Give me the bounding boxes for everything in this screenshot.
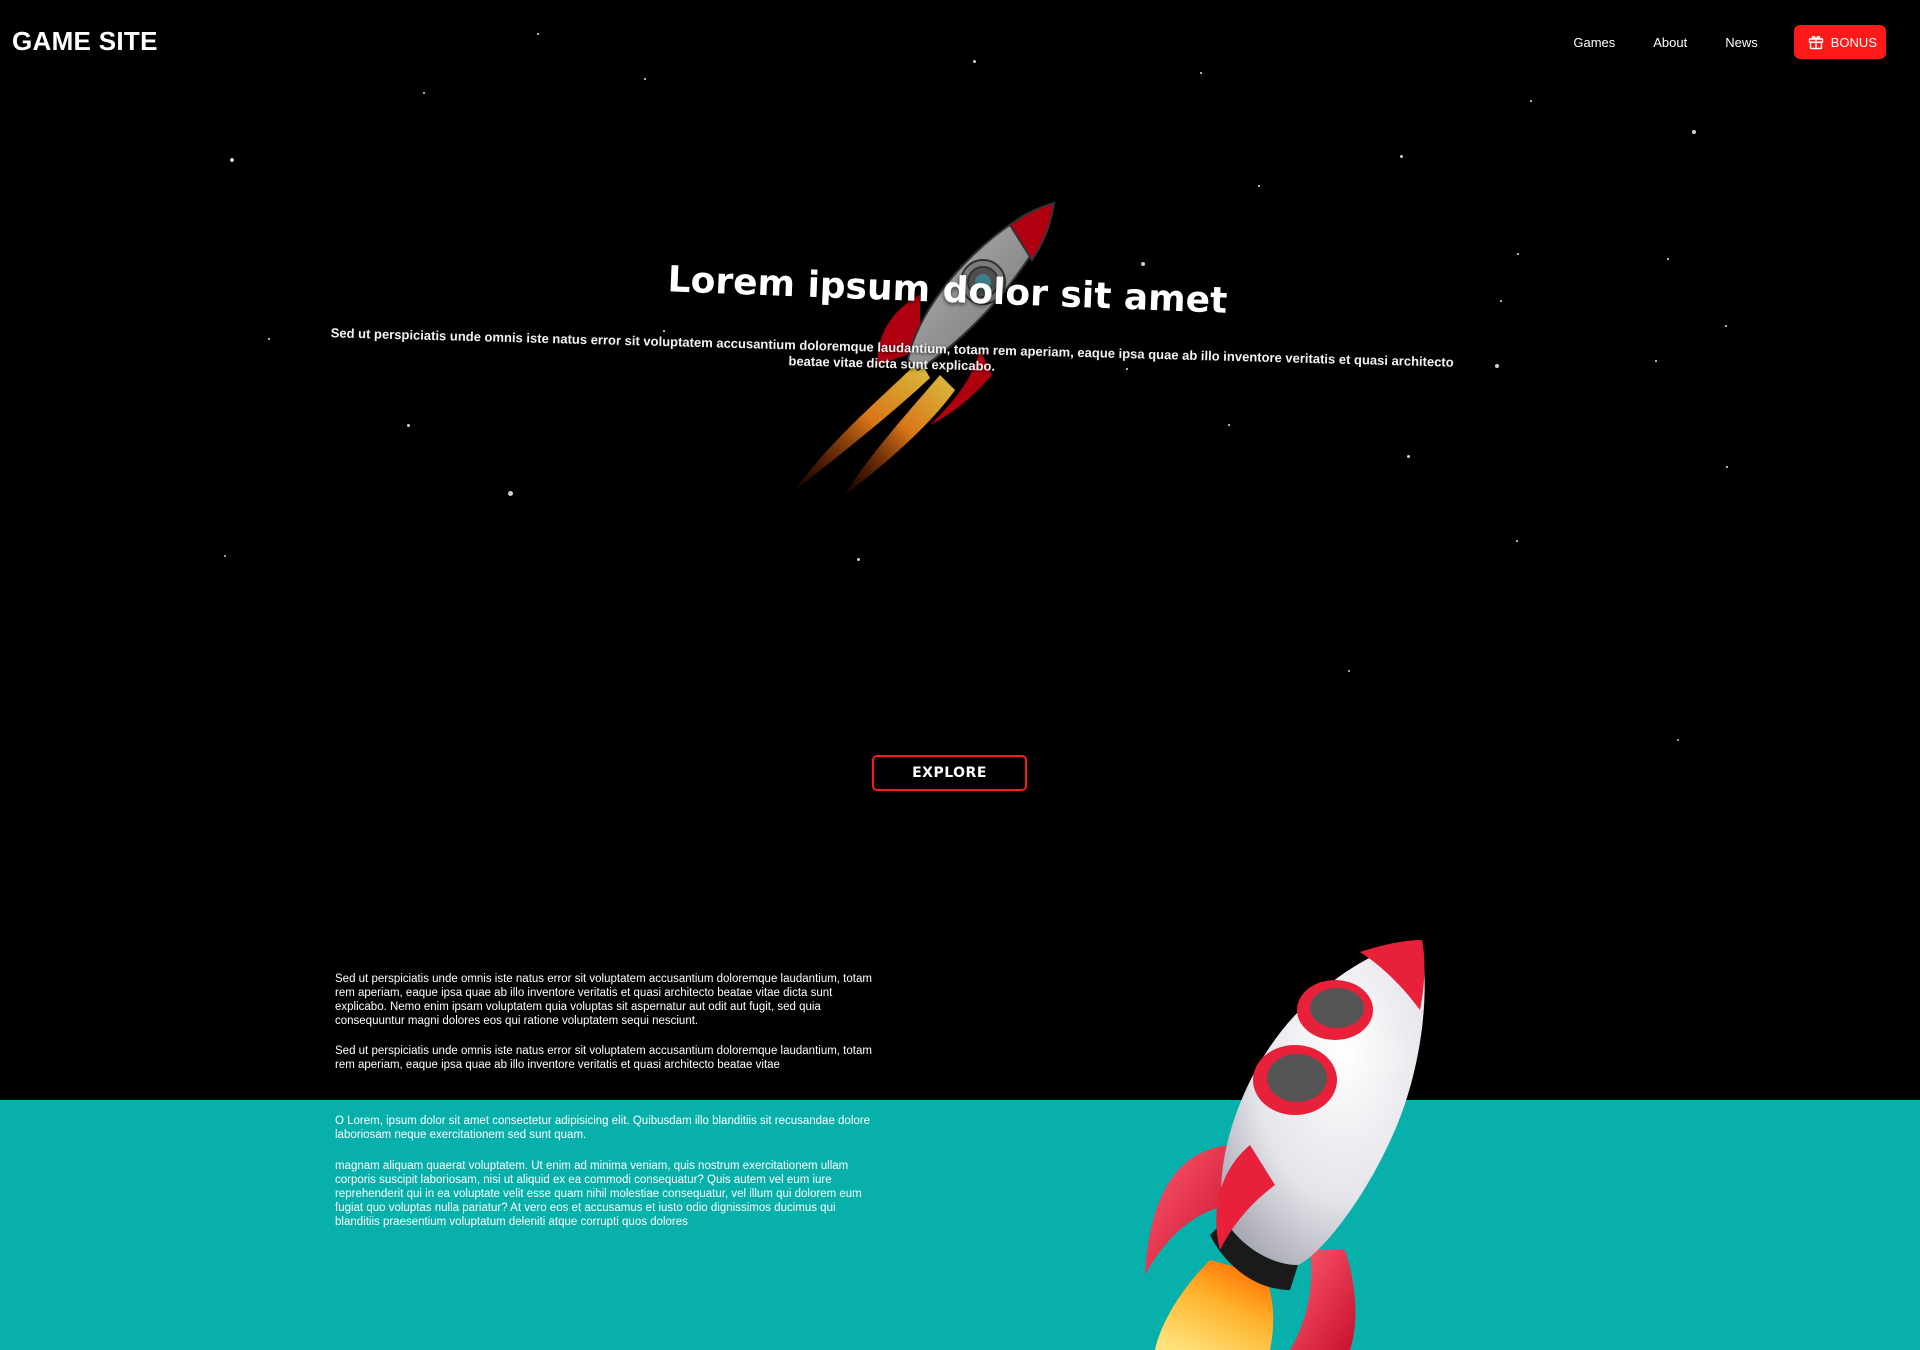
star [1400, 155, 1403, 158]
star [1141, 262, 1145, 266]
paragraph-text: O Lorem, ipsum dolor sit amet consectetu… [335, 1115, 871, 1141]
main-nav: Games About News BONUS [1573, 25, 1886, 59]
about-paragraph-3: O Lorem, ipsum dolor sit amet consectetu… [335, 1114, 875, 1142]
starfield-background [0, 0, 1920, 1100]
nav-link-games[interactable]: Games [1573, 35, 1615, 50]
star [1516, 540, 1518, 542]
star [1530, 100, 1532, 102]
bonus-label: BONUS [1830, 34, 1877, 50]
star [1655, 360, 1657, 362]
about-paragraph-1: Sed ut perspiciatis unde omnis iste natu… [335, 972, 875, 1028]
page: GAME SITE Games About News BONUS Lorem i… [0, 0, 1920, 1350]
star [230, 158, 234, 162]
teal-section-background [0, 1100, 1920, 1350]
star [1407, 455, 1410, 458]
star [857, 558, 860, 561]
paragraph-text: Sed ut perspiciatis unde omnis iste natu… [335, 973, 872, 1027]
gift-icon [1808, 35, 1823, 50]
site-header: GAME SITE Games About News BONUS [0, 0, 1920, 84]
paragraph-text: magnam aliquam quaerat voluptatem. Ut en… [335, 1160, 862, 1228]
explore-button[interactable]: EXPLORE [872, 755, 1027, 791]
star [224, 555, 226, 557]
bonus-button[interactable]: BONUS [1793, 25, 1886, 59]
site-logo[interactable]: GAME SITE [12, 26, 158, 57]
star [407, 424, 410, 427]
star [1348, 670, 1350, 672]
about-paragraph-2: Sed ut perspiciatis unde omnis iste natu… [335, 1044, 875, 1072]
nav-link-news[interactable]: News [1725, 35, 1758, 50]
star [663, 330, 665, 332]
star [1258, 185, 1260, 187]
star [1677, 739, 1679, 741]
rocket-3d-illustration [1145, 940, 1425, 1350]
nav-link-about[interactable]: About [1653, 35, 1687, 50]
star [268, 338, 270, 340]
star [1517, 253, 1519, 255]
star [1228, 424, 1230, 426]
star [423, 92, 425, 94]
paragraph-text: Sed ut perspiciatis unde omnis iste natu… [335, 1045, 872, 1071]
star [1692, 130, 1696, 134]
about-paragraph-4: magnam aliquam quaerat voluptatem. Ut en… [335, 1159, 875, 1229]
star [508, 491, 513, 496]
star [1495, 364, 1499, 368]
star [1667, 258, 1669, 260]
star [1726, 466, 1728, 468]
